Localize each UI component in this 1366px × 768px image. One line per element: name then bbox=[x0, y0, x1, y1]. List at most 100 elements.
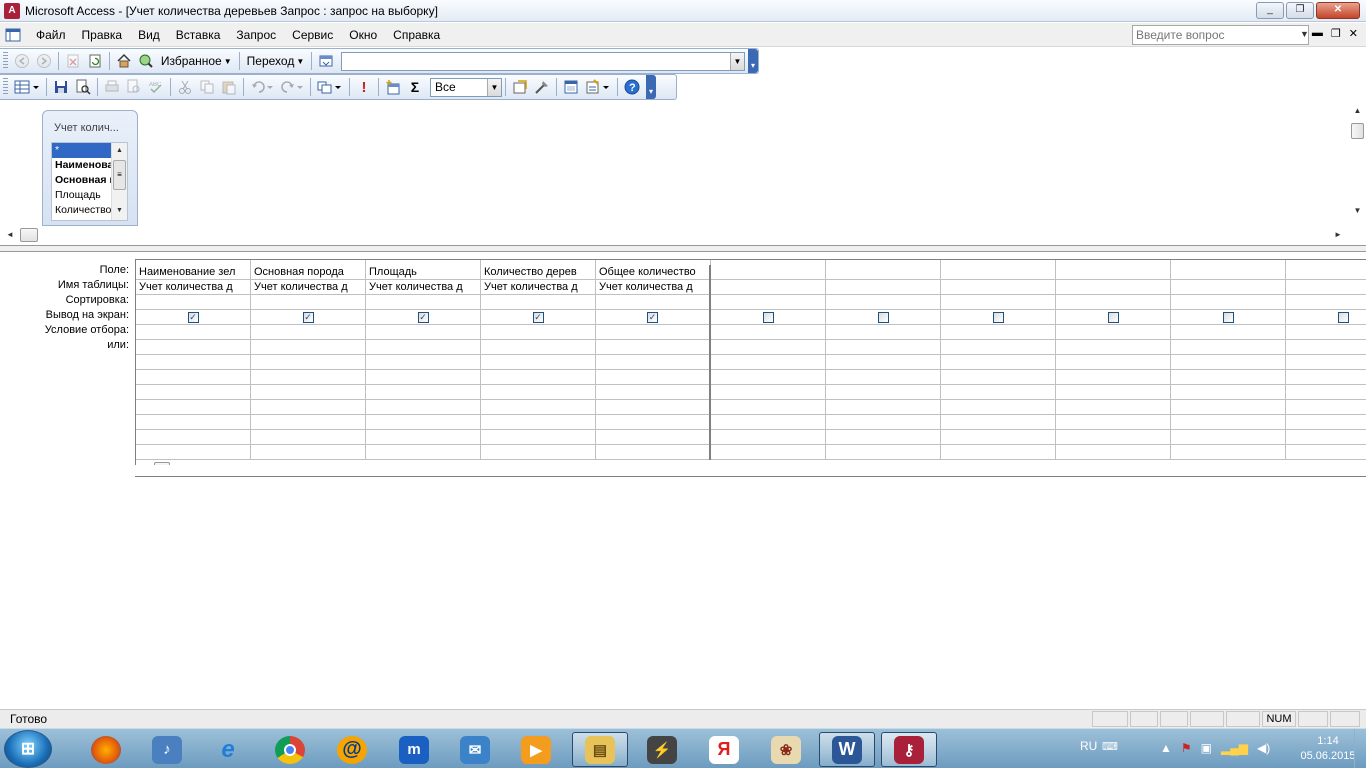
scroll-left-icon[interactable]: ◄ bbox=[4, 227, 16, 243]
restore-button[interactable]: ❐ bbox=[1286, 2, 1314, 19]
table-name-cell[interactable]: Учет количества д bbox=[251, 280, 365, 295]
or-cell[interactable] bbox=[481, 445, 595, 460]
table-name-cell[interactable] bbox=[941, 280, 1055, 295]
scroll-thumb[interactable] bbox=[154, 462, 170, 465]
or-cell[interactable] bbox=[251, 430, 365, 445]
or-cell[interactable] bbox=[366, 370, 480, 385]
criteria-cell[interactable] bbox=[711, 325, 825, 340]
scroll-up-icon[interactable]: ▲ bbox=[1349, 103, 1366, 119]
or-cell[interactable] bbox=[1286, 415, 1366, 430]
or-cell[interactable] bbox=[596, 340, 709, 355]
or-cell[interactable] bbox=[1286, 340, 1366, 355]
help-question-input[interactable]: Введите вопрос bbox=[1132, 25, 1309, 45]
column-selector[interactable] bbox=[251, 260, 366, 265]
or-cell[interactable] bbox=[826, 430, 940, 445]
or-cell[interactable] bbox=[1286, 355, 1366, 370]
scroll-down-icon[interactable]: ▼ bbox=[112, 203, 127, 218]
or-cell[interactable] bbox=[711, 355, 825, 370]
signal-icon[interactable]: ▂▄▆ bbox=[1221, 741, 1248, 755]
field-list-scrollbar[interactable]: ▲ ≡ ▼ bbox=[111, 143, 127, 220]
scroll-thumb[interactable] bbox=[1351, 123, 1364, 139]
taskbar-mail[interactable]: ✉ bbox=[447, 732, 503, 767]
menu-help[interactable]: Справка bbox=[385, 23, 448, 47]
database-window-icon[interactable] bbox=[561, 77, 581, 97]
or-cell[interactable] bbox=[1171, 370, 1285, 385]
sort-cell[interactable] bbox=[826, 295, 940, 310]
or-cell[interactable] bbox=[1286, 400, 1366, 415]
access-app-icon[interactable]: A bbox=[4, 2, 20, 19]
toolbar-options-icon[interactable]: ▾ bbox=[747, 49, 758, 73]
copy-icon[interactable] bbox=[197, 77, 217, 97]
column-selector[interactable] bbox=[1171, 260, 1286, 265]
criteria-cell[interactable] bbox=[1056, 325, 1170, 340]
show-desktop-button[interactable] bbox=[1354, 729, 1366, 768]
or-cell[interactable] bbox=[1056, 385, 1170, 400]
column-selector[interactable] bbox=[136, 260, 251, 265]
show-only-web-toolbar-icon[interactable] bbox=[316, 51, 336, 71]
show-checkbox[interactable]: ✓ bbox=[647, 311, 658, 323]
or-cell[interactable] bbox=[1286, 385, 1366, 400]
toolbar-options-icon[interactable]: ▾ bbox=[646, 75, 656, 99]
taskbar-word[interactable]: W bbox=[819, 732, 875, 767]
column-selector[interactable] bbox=[711, 260, 826, 265]
table-name-cell[interactable] bbox=[1056, 280, 1170, 295]
pane-splitter[interactable] bbox=[0, 245, 1366, 252]
print-icon[interactable] bbox=[102, 77, 122, 97]
taskbar-mahjong[interactable]: ❀ bbox=[758, 732, 814, 767]
clock[interactable]: 1:14 05.06.2015 bbox=[1298, 734, 1358, 764]
or-cell[interactable] bbox=[596, 400, 709, 415]
field-cell[interactable] bbox=[711, 265, 825, 280]
close-button[interactable]: ✕ bbox=[1316, 2, 1360, 19]
show-checkbox[interactable]: ✓ bbox=[302, 311, 314, 323]
or-cell[interactable] bbox=[941, 430, 1055, 445]
table-name-cell[interactable]: Учет количества д bbox=[136, 280, 250, 295]
sort-cell[interactable] bbox=[136, 295, 250, 310]
or-cell[interactable] bbox=[596, 385, 709, 400]
table-name-cell[interactable] bbox=[1171, 280, 1285, 295]
field-list-window[interactable]: Учет колич... * Наименование Основная по… bbox=[42, 110, 138, 226]
or-cell[interactable] bbox=[366, 445, 480, 460]
taskbar-media[interactable]: ▶ bbox=[508, 732, 564, 767]
or-cell[interactable] bbox=[826, 445, 940, 460]
criteria-cell[interactable] bbox=[481, 325, 595, 340]
field-list-item[interactable]: Основная порода bbox=[52, 173, 112, 188]
or-cell[interactable] bbox=[596, 445, 709, 460]
or-cell[interactable] bbox=[711, 370, 825, 385]
or-cell[interactable] bbox=[251, 355, 365, 370]
table-name-cell[interactable] bbox=[711, 280, 825, 295]
criteria-cell[interactable] bbox=[941, 325, 1055, 340]
start-button[interactable]: ⊞ bbox=[4, 730, 52, 768]
column-selector[interactable] bbox=[596, 260, 711, 265]
address-dropdown-icon[interactable]: ▼ bbox=[729, 52, 744, 70]
field-list-item[interactable]: Площадь bbox=[52, 188, 112, 203]
taskbar-chrome[interactable] bbox=[262, 732, 318, 767]
minimize-button[interactable]: _ bbox=[1256, 2, 1284, 19]
field-cell[interactable] bbox=[1056, 265, 1170, 280]
top-values-dropdown-icon[interactable]: ▼ bbox=[487, 78, 501, 96]
field-list-item[interactable]: * bbox=[52, 143, 112, 158]
or-cell[interactable] bbox=[1171, 430, 1285, 445]
or-cell[interactable] bbox=[251, 400, 365, 415]
or-cell[interactable] bbox=[1286, 370, 1366, 385]
menu-tools[interactable]: Сервис bbox=[284, 23, 341, 47]
or-cell[interactable] bbox=[1171, 445, 1285, 460]
or-cell[interactable] bbox=[366, 385, 480, 400]
table-pane-vscrollbar[interactable]: ▲ ▼ bbox=[1349, 103, 1366, 227]
or-cell[interactable] bbox=[481, 385, 595, 400]
taskbar-firefox[interactable] bbox=[78, 732, 134, 767]
menu-view[interactable]: Вид bbox=[130, 23, 168, 47]
field-list-item[interactable]: Количество bbox=[52, 203, 112, 218]
or-cell[interactable] bbox=[136, 400, 250, 415]
keyboard-icon[interactable]: ⌨ bbox=[1102, 740, 1118, 753]
toolbar-grip[interactable] bbox=[3, 52, 8, 70]
or-cell[interactable] bbox=[481, 355, 595, 370]
sort-cell[interactable] bbox=[941, 295, 1055, 310]
or-cell[interactable] bbox=[1171, 415, 1285, 430]
taskbar-explorer[interactable]: ▤ bbox=[572, 732, 628, 767]
or-cell[interactable] bbox=[251, 370, 365, 385]
or-cell[interactable] bbox=[366, 430, 480, 445]
taskbar-mail-ru[interactable]: @ bbox=[324, 732, 380, 767]
criteria-cell[interactable] bbox=[596, 325, 709, 340]
field-list[interactable]: * Наименование Основная порода Площадь К… bbox=[51, 142, 128, 221]
or-cell[interactable] bbox=[136, 415, 250, 430]
